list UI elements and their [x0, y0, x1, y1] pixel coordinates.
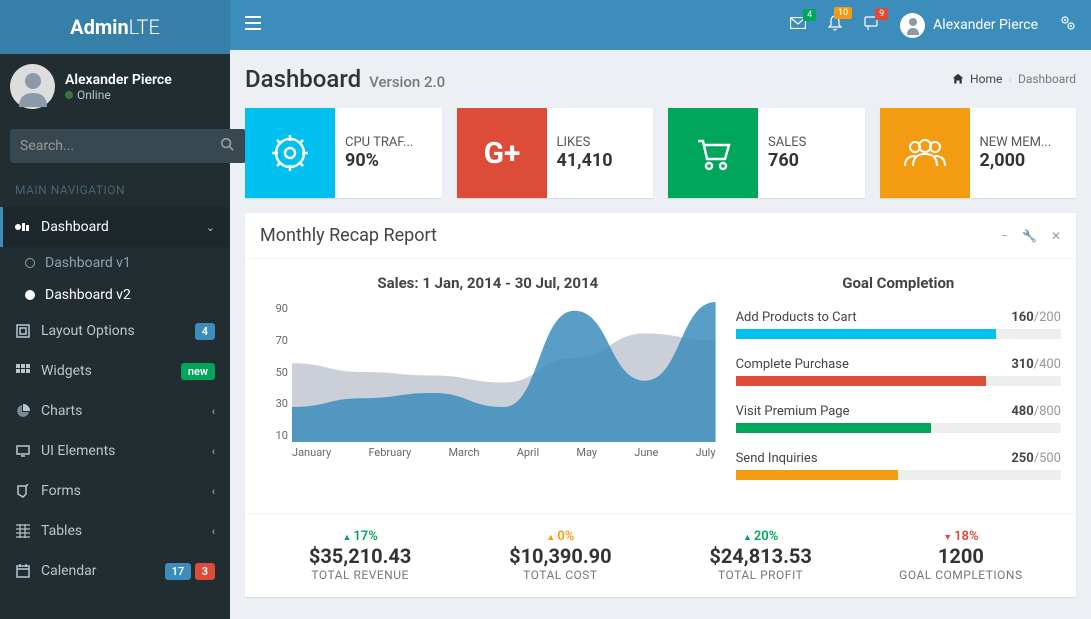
stat-label: CPU TRAF... [345, 135, 432, 150]
nav-icon [15, 484, 31, 498]
sidebar-item[interactable]: UI Elements‹ [0, 431, 230, 471]
stat-box[interactable]: SALES760 [668, 108, 865, 198]
stat-value: 2,000 [980, 150, 1067, 171]
breadcrumb-home[interactable]: Home [970, 72, 1002, 86]
nav-icon [15, 221, 31, 233]
footer-stat: 0%$10,390.90TOTAL COST [460, 529, 660, 582]
close-icon[interactable]: ✕ [1051, 229, 1061, 243]
goal-item: Visit Premium Page480/800 [736, 404, 1061, 433]
nav-user-name: Alexander Pierce [933, 17, 1038, 33]
panel-title: Monthly Recap Report [260, 225, 437, 246]
stat-row: CPU TRAF...90%G+LIKES41,410SALES760NEW M… [245, 108, 1076, 198]
chevron-left-icon: ‹ [212, 445, 215, 458]
nav-icon [15, 404, 31, 418]
nav-header: MAIN NAVIGATION [0, 173, 230, 207]
flag-icon[interactable]: 9 [864, 16, 878, 34]
nav-icon [15, 445, 31, 457]
sidebar: AdminLTE Alexander Pierce Online MAIN NA… [0, 0, 230, 619]
navbar: 4 10 9 Alexander Pierce [230, 0, 1091, 50]
nav-icon [15, 564, 31, 578]
footer-stat: 20%$24,813.53TOTAL PROFIT [661, 529, 861, 582]
progress-bar [736, 470, 1061, 480]
collapse-icon[interactable]: − [1001, 229, 1008, 243]
circle-icon [25, 258, 35, 268]
chevron-down-icon: ⌄ [206, 221, 215, 234]
user-status: Online [65, 88, 172, 102]
sidebar-item[interactable]: Calendar17 3 [0, 551, 230, 591]
sidebar-item[interactable]: Charts‹ [0, 391, 230, 431]
user-name: Alexander Pierce [65, 72, 172, 88]
stat-icon [880, 108, 970, 198]
goals-title: Goal Completion [736, 274, 1061, 292]
stat-label: NEW MEM... [980, 135, 1067, 150]
breadcrumb: Home › Dashboard [952, 72, 1076, 86]
progress-bar [736, 423, 1061, 433]
wrench-icon[interactable]: 🔧 [1022, 229, 1037, 243]
breadcrumb-current: Dashboard [1018, 72, 1076, 86]
nav-user[interactable]: Alexander Pierce [900, 13, 1038, 38]
sidebar-item[interactable]: Layout Options4 [0, 311, 230, 351]
nav-avatar [900, 13, 925, 38]
stat-label: LIKES [557, 135, 644, 150]
chevron-left-icon: ‹ [212, 485, 215, 498]
stat-icon: G+ [457, 108, 547, 198]
progress-bar [736, 376, 1061, 386]
footer-stat: 18%1200GOAL COMPLETIONS [861, 529, 1061, 582]
chart: 9070503010 JanuaryFebruaryMarchAprilMayJ… [260, 302, 716, 462]
sidebar-sub-item[interactable]: Dashboard v2 [0, 279, 230, 311]
gears-icon[interactable] [1060, 15, 1076, 35]
home-icon [952, 73, 964, 85]
goal-item: Send Inquiries250/500 [736, 451, 1061, 480]
stat-icon [245, 108, 335, 198]
chevron-left-icon: ‹ [212, 525, 215, 538]
user-panel: Alexander Pierce Online [0, 54, 230, 119]
search-form [0, 119, 230, 173]
nav-icon [15, 364, 31, 378]
nav-list: Dashboard⌄Dashboard v1Dashboard v2Layout… [0, 207, 230, 591]
bell-icon[interactable]: 10 [828, 15, 842, 35]
stat-box[interactable]: CPU TRAF...90% [245, 108, 442, 198]
stat-box[interactable]: G+ LIKES41,410 [457, 108, 654, 198]
status-dot [65, 91, 73, 99]
progress-bar [736, 329, 1061, 339]
mail-icon[interactable]: 4 [790, 17, 806, 33]
chart-title: Sales: 1 Jan, 2014 - 30 Jul, 2014 [260, 274, 716, 292]
page-title: DashboardVersion 2.0 [245, 65, 445, 93]
menu-toggle-icon[interactable] [245, 16, 261, 34]
stat-value: 760 [768, 150, 855, 171]
chevron-left-icon: ‹ [212, 405, 215, 418]
nav-icon [15, 324, 31, 338]
stat-label: SALES [768, 135, 855, 150]
sidebar-item[interactable]: Widgetsnew [0, 351, 230, 391]
stat-box[interactable]: NEW MEM...2,000 [880, 108, 1077, 198]
nav-icon [15, 524, 31, 538]
sidebar-item[interactable]: Tables‹ [0, 511, 230, 551]
svg-text:G+: G+ [483, 136, 520, 171]
recap-panel: Monthly Recap Report − 🔧 ✕ Sales: 1 Jan,… [245, 213, 1076, 597]
stat-icon [668, 108, 758, 198]
sidebar-sub-item[interactable]: Dashboard v1 [0, 247, 230, 279]
logo[interactable]: AdminLTE [0, 0, 230, 54]
goal-item: Add Products to Cart160/200 [736, 310, 1061, 339]
content-header: DashboardVersion 2.0 Home › Dashboard [230, 50, 1091, 108]
sidebar-item[interactable]: Dashboard⌄ [0, 207, 230, 247]
footer-stat: 17%$35,210.43TOTAL REVENUE [260, 529, 460, 582]
search-input[interactable] [10, 129, 208, 163]
goal-item: Complete Purchase310/400 [736, 357, 1061, 386]
stat-value: 90% [345, 150, 432, 171]
circle-icon [25, 290, 35, 300]
stat-value: 41,410 [557, 150, 644, 171]
sidebar-item[interactable]: Forms‹ [0, 471, 230, 511]
avatar[interactable] [10, 64, 55, 109]
panel-footer: 17%$35,210.43TOTAL REVENUE0%$10,390.90TO… [245, 513, 1076, 597]
